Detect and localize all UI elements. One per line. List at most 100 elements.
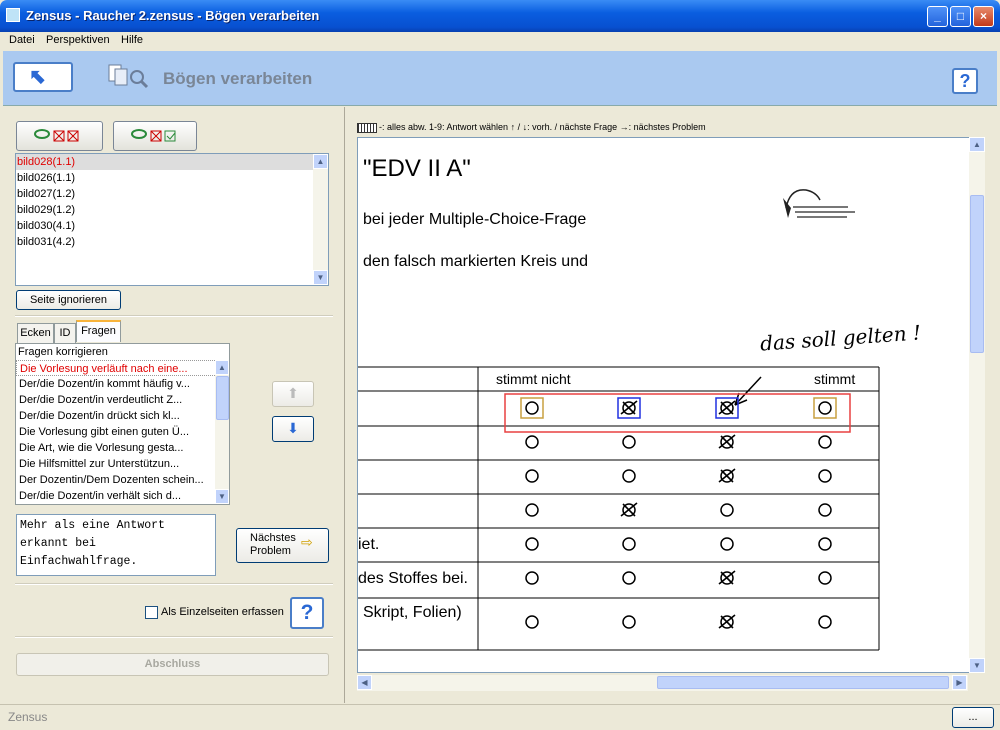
answer-circle[interactable] — [525, 401, 539, 415]
answer-circle[interactable] — [622, 615, 636, 629]
document-viewer: "EDV II A" bei jeder Multiple-Choice-Fra… — [357, 137, 974, 673]
question-item[interactable]: Der/die Dozent/in drückt sich kl... — [16, 408, 229, 424]
scroll-thumb[interactable] — [970, 195, 984, 353]
answer-circle[interactable] — [525, 469, 539, 483]
menu-hilfe[interactable]: Hilfe — [121, 34, 143, 46]
document-hscrollbar[interactable]: ◀ ▶ — [357, 675, 968, 691]
status-bar: Zensus ... — [0, 704, 1000, 730]
scroll-up-icon[interactable]: ▲ — [969, 137, 985, 152]
scroll-thumb[interactable] — [216, 376, 229, 420]
answer-circle[interactable] — [818, 615, 832, 629]
keyboard-hint: -: alles abw. 1-9: Antwort wählen ↑ / ↓:… — [357, 119, 706, 136]
forms-process-icon — [108, 64, 149, 89]
answer-circle[interactable] — [622, 537, 636, 551]
finish-button[interactable]: Abschluss — [16, 653, 329, 676]
question-item[interactable]: Der/die Dozent/in verhält sich d... — [16, 488, 229, 504]
answer-circle[interactable] — [720, 503, 734, 517]
arrow-down-icon: ⬇ — [287, 420, 299, 436]
answer-circle[interactable] — [818, 537, 832, 551]
answer-circles — [520, 397, 837, 629]
status-text: Zensus — [8, 710, 48, 724]
question-item[interactable]: Der Dozentin/Dem Dozenten schein... — [16, 472, 229, 488]
separator — [15, 315, 333, 317]
scroll-thumb[interactable] — [657, 676, 949, 689]
toolbar-button-view-refresh[interactable] — [113, 121, 197, 151]
back-arrow-icon: ⬉ — [29, 66, 46, 88]
question-item[interactable]: Die Vorlesung verläuft nach eine... — [16, 360, 229, 376]
help-button-left[interactable]: ? — [290, 597, 324, 629]
menu-datei[interactable]: Datei — [9, 34, 35, 46]
toolbar-button-view-delete[interactable] — [16, 121, 103, 151]
questions-scrollbar[interactable]: ▲ ▼ — [215, 360, 229, 504]
maximize-button[interactable]: □ — [950, 6, 971, 27]
separator — [15, 636, 333, 638]
ignore-page-button[interactable]: Seite ignorieren — [16, 290, 121, 310]
separator — [15, 583, 333, 585]
answer-circle[interactable] — [818, 571, 832, 585]
image-list-item[interactable]: bild026(1.1) — [16, 170, 328, 186]
move-down-button[interactable]: ⬇ — [272, 416, 314, 442]
answer-circle[interactable] — [818, 435, 832, 449]
answer-circle[interactable] — [622, 469, 636, 483]
question-item[interactable]: Die Hilfsmittel zur Unterstützun... — [16, 456, 229, 472]
answer-circle[interactable] — [818, 469, 832, 483]
tab-fragen[interactable]: Fragen — [76, 320, 121, 342]
next-problem-label-1: Nächstes — [250, 532, 296, 544]
image-list-item[interactable]: bild028(1.1) — [16, 154, 328, 170]
keyboard-icon — [357, 122, 377, 133]
answer-circle[interactable] — [622, 571, 636, 585]
arrow-right-icon: ⇨ — [301, 534, 313, 550]
view-delete-icon — [34, 129, 79, 142]
status-more-button[interactable]: ... — [952, 707, 994, 728]
image-list-item[interactable]: bild029(1.2) — [16, 202, 328, 218]
header-bar: ⬉ Bögen verarbeiten ? — [3, 51, 997, 106]
app-icon — [6, 8, 20, 22]
keyboard-hint-text: -: alles abw. 1-9: Antwort wählen ↑ / ↓:… — [379, 122, 706, 132]
problem-message: Mehr als eine Antwort erkannt bei Einfac… — [16, 514, 216, 576]
menu-perspektiven[interactable]: Perspektiven — [46, 34, 110, 46]
back-button[interactable]: ⬉ — [13, 62, 73, 92]
window-title: Zensus - Raucher 2.zensus - Bögen verarb… — [26, 8, 320, 23]
scroll-up-icon[interactable]: ▲ — [215, 360, 229, 375]
image-list-item[interactable]: bild031(4.2) — [16, 234, 328, 250]
move-up-button[interactable]: ⬆ — [272, 381, 314, 407]
answer-circle[interactable] — [818, 401, 832, 415]
image-list-scrollbar[interactable]: ▲ ▼ — [313, 154, 328, 285]
question-item[interactable]: Die Art, wie die Vorlesung gesta... — [16, 440, 229, 456]
document-vscrollbar[interactable]: ▲ ▼ — [969, 137, 985, 673]
answer-circle[interactable] — [525, 537, 539, 551]
answer-circle[interactable] — [525, 571, 539, 585]
scroll-right-icon[interactable]: ▶ — [952, 675, 967, 690]
questions-list: Die Vorlesung verläuft nach eine... Der/… — [16, 360, 229, 504]
answer-circle[interactable] — [525, 615, 539, 629]
answer-circle[interactable] — [818, 503, 832, 517]
scroll-up-icon[interactable]: ▲ — [313, 154, 328, 169]
questions-panel: Fragen korrigieren Die Vorlesung verläuf… — [15, 343, 230, 505]
questions-header: Fragen korrigieren — [18, 346, 108, 358]
scroll-left-icon[interactable]: ◀ — [357, 675, 372, 690]
scroll-down-icon[interactable]: ▼ — [969, 658, 985, 673]
answer-circle[interactable] — [720, 537, 734, 551]
scroll-down-icon[interactable]: ▼ — [215, 489, 229, 504]
question-item[interactable]: Der/die Dozent/in verdeutlicht Z... — [16, 392, 229, 408]
scroll-down-icon[interactable]: ▼ — [313, 270, 328, 285]
image-list-item[interactable]: bild030(4.1) — [16, 218, 328, 234]
close-button[interactable]: × — [973, 6, 994, 27]
answer-circle[interactable] — [525, 503, 539, 517]
view-refresh-icon — [131, 129, 176, 142]
next-problem-label-2: Problem — [250, 545, 291, 557]
answer-circle[interactable] — [622, 435, 636, 449]
tab-ecken[interactable]: Ecken — [17, 323, 54, 343]
next-problem-button[interactable]: Nächstes Problem ⇨ — [236, 528, 329, 563]
image-list: bild028(1.1) bild026(1.1) bild027(1.2) b… — [15, 153, 329, 286]
tab-id[interactable]: ID — [54, 323, 76, 343]
question-item[interactable]: Der/die Dozent/in kommt häufig v... — [16, 376, 229, 392]
single-pages-checkbox[interactable] — [145, 606, 158, 619]
answer-box — [813, 397, 837, 419]
image-list-item[interactable]: bild027(1.2) — [16, 186, 328, 202]
arrow-up-icon: ⬆ — [287, 385, 299, 401]
question-item[interactable]: Die Vorlesung gibt einen guten Ü... — [16, 424, 229, 440]
answer-circle[interactable] — [525, 435, 539, 449]
help-button[interactable]: ? — [952, 68, 978, 94]
minimize-button[interactable]: _ — [927, 6, 948, 27]
